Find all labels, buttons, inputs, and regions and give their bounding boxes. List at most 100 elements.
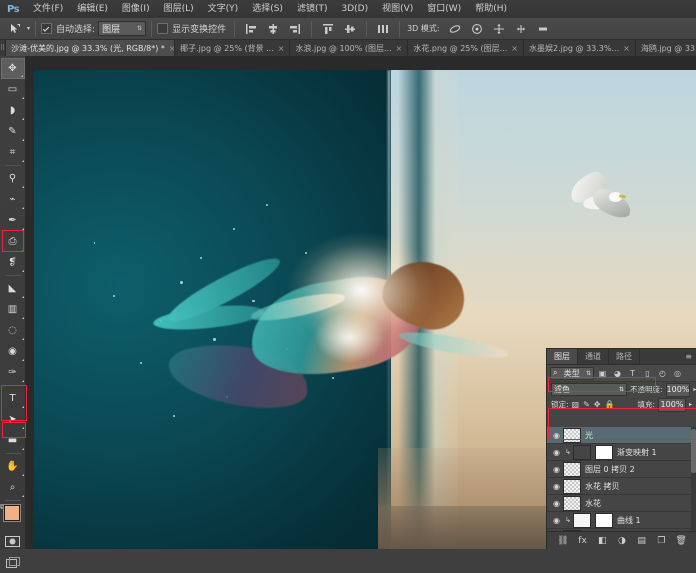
pen-tool-icon[interactable]: ✑ <box>1 362 25 383</box>
fill-field[interactable]: 100% <box>658 398 686 412</box>
close-icon[interactable]: × <box>396 44 403 53</box>
auto-select-checkbox[interactable] <box>41 23 52 34</box>
roll-3d-icon[interactable] <box>467 19 487 38</box>
scrollbar-thumb[interactable] <box>691 429 696 473</box>
layer-thumbnail[interactable] <box>573 445 591 460</box>
filter-type-icon[interactable]: T <box>626 367 639 380</box>
lock-image-icon[interactable]: ✎ <box>583 400 590 409</box>
panel-tab-0[interactable]: 图层 <box>547 349 578 364</box>
scale-3d-icon[interactable] <box>533 19 553 38</box>
rectangular-marquee-tool-icon[interactable]: ▭ <box>1 79 25 100</box>
layer-visibility-icon[interactable]: ◉ <box>550 514 563 527</box>
path-selection-tool-icon[interactable]: ➤ <box>1 409 25 430</box>
layer-visibility-icon[interactable]: ◉ <box>550 497 563 510</box>
layer-thumbnail[interactable] <box>563 479 581 494</box>
menu-item-3[interactable]: 图层(L) <box>157 0 201 18</box>
link-layers-button[interactable]: ⛓ <box>556 534 569 547</box>
layer-mask-thumbnail[interactable] <box>595 513 613 528</box>
horizontal-type-tool-icon[interactable]: T <box>1 388 25 409</box>
lasso-tool-icon[interactable]: ◗ <box>1 100 25 121</box>
document-tab-5[interactable]: 海鸥.jpg @ 33.3% (图层...× <box>636 40 696 56</box>
document-tab-2[interactable]: 水浪.jpg @ 100% (图层...× <box>290 40 408 56</box>
orbit-3d-icon[interactable] <box>445 19 465 38</box>
new-adjustment-button[interactable]: ◑ <box>615 534 628 547</box>
filter-adjustment-icon[interactable]: ◕ <box>611 367 624 380</box>
align-right-icon[interactable] <box>285 19 305 38</box>
layer-visibility-icon[interactable]: ◉ <box>550 480 563 493</box>
quick-selection-tool-icon[interactable]: ✎ <box>1 121 25 142</box>
pan-3d-icon[interactable] <box>489 19 509 38</box>
tool-preset-chevron-icon[interactable]: ▾ <box>27 26 30 31</box>
brush-tool-icon[interactable]: ✒ <box>1 210 25 231</box>
history-brush-tool-icon[interactable]: ❡ <box>1 252 25 273</box>
add-mask-button[interactable]: ◧ <box>596 534 609 547</box>
filter-kind-dropdown[interactable]: ⌕ 类型 ⇅ <box>550 367 594 380</box>
layer-row[interactable]: ◉水花 拷贝 <box>547 478 696 495</box>
document-tab-1[interactable]: 椰子.jpg @ 25% (背景 ...× <box>175 40 290 56</box>
distribute-h-icon[interactable] <box>373 19 393 38</box>
zoom-tool-icon[interactable]: ⌕ <box>1 477 25 498</box>
menu-item-2[interactable]: 图像(I) <box>115 0 157 18</box>
layer-row[interactable]: ◉↳渐变映射 1 <box>547 444 696 461</box>
gradient-tool-icon[interactable]: ▥ <box>1 299 25 320</box>
align-top-icon[interactable] <box>318 19 338 38</box>
color-swatches[interactable]: ⧉ <box>0 503 26 531</box>
lock-position-icon[interactable]: ✥ <box>594 400 601 409</box>
filter-pixel-icon[interactable]: ▣ <box>596 367 609 380</box>
blend-mode-dropdown[interactable]: 滤色 ⇅ <box>551 383 627 396</box>
layer-thumbnail[interactable] <box>563 496 581 511</box>
close-icon[interactable]: × <box>511 44 518 53</box>
layer-row[interactable]: ◉↳曲线 1 <box>547 512 696 529</box>
layer-thumbnail[interactable] <box>563 462 581 477</box>
crop-tool-icon[interactable]: ⌗ <box>1 142 25 163</box>
layer-visibility-icon[interactable]: ◉ <box>550 429 563 442</box>
fill-stepper-icon[interactable]: ▸ <box>689 401 692 408</box>
layer-visibility-icon[interactable]: ◉ <box>550 446 563 459</box>
filter-toggle-icon[interactable]: ◎ <box>671 367 684 380</box>
new-layer-button[interactable]: ❐ <box>655 534 668 547</box>
show-transform-checkbox[interactable] <box>157 23 168 34</box>
dodge-tool-icon[interactable]: ◉ <box>1 341 25 362</box>
document-tab-0[interactable]: 沙滩-优美的.jpg @ 33.3% (光, RGB/8*) *× <box>6 40 175 56</box>
move-tool-icon[interactable] <box>4 20 24 38</box>
foreground-color-swatch[interactable] <box>4 505 20 521</box>
filter-smart-icon[interactable]: ◴ <box>656 367 669 380</box>
delete-layer-button[interactable]: 🗑 <box>675 534 688 547</box>
slide-3d-icon[interactable] <box>511 19 531 38</box>
menu-item-5[interactable]: 选择(S) <box>245 0 290 18</box>
menu-item-4[interactable]: 文字(Y) <box>201 0 246 18</box>
spot-healing-brush-tool-icon[interactable]: ⌁ <box>1 189 25 210</box>
eyedropper-tool-icon[interactable]: ⚲ <box>1 168 25 189</box>
layer-style-button[interactable]: fx <box>576 534 589 547</box>
menu-item-9[interactable]: 窗口(W) <box>420 0 468 18</box>
menu-item-0[interactable]: 文件(F) <box>26 0 70 18</box>
blur-tool-icon[interactable]: ◌ <box>1 320 25 341</box>
screen-mode-button[interactable] <box>1 552 25 573</box>
rectangle-tool-icon[interactable]: ▬ <box>1 430 25 451</box>
eraser-tool-icon[interactable]: ◣ <box>1 278 25 299</box>
layer-visibility-icon[interactable]: ◉ <box>550 463 563 476</box>
menu-item-7[interactable]: 3D(D) <box>334 0 375 18</box>
menu-item-10[interactable]: 帮助(H) <box>468 0 514 18</box>
menu-item-1[interactable]: 编辑(E) <box>70 0 115 18</box>
lock-all-icon[interactable]: 🔒 <box>605 400 615 409</box>
auto-select-dropdown[interactable]: 图层 ⇅ <box>98 21 146 36</box>
document-tab-4[interactable]: 水墨娱2.jpg @ 33.3%...× <box>524 40 636 56</box>
hand-tool-icon[interactable]: ✋ <box>1 456 25 477</box>
layer-row[interactable]: ◉图层 0 拷贝 2 <box>547 461 696 478</box>
layer-row[interactable]: ◉光 <box>547 427 696 444</box>
opacity-field[interactable]: 100% <box>666 383 691 397</box>
panel-tab-1[interactable]: 通道 <box>578 349 609 364</box>
filter-shape-icon[interactable]: ▯ <box>641 367 654 380</box>
layer-thumbnail[interactable] <box>573 513 591 528</box>
align-center-h-icon[interactable] <box>263 19 283 38</box>
menu-item-6[interactable]: 滤镜(T) <box>290 0 335 18</box>
layer-thumbnail[interactable] <box>563 428 581 443</box>
close-icon[interactable]: × <box>278 44 285 53</box>
panel-tab-2[interactable]: 路径 <box>609 349 640 364</box>
menu-item-8[interactable]: 视图(V) <box>375 0 420 18</box>
layer-mask-thumbnail[interactable] <box>595 445 613 460</box>
layer-list-scrollbar[interactable] <box>691 427 696 532</box>
align-middle-v-icon[interactable] <box>340 19 360 38</box>
layer-list[interactable]: ◉光◉↳渐变映射 1◉图层 0 拷贝 2◉水花 拷贝◉水花◉↳曲线 1◉椰子_沙… <box>547 427 696 532</box>
